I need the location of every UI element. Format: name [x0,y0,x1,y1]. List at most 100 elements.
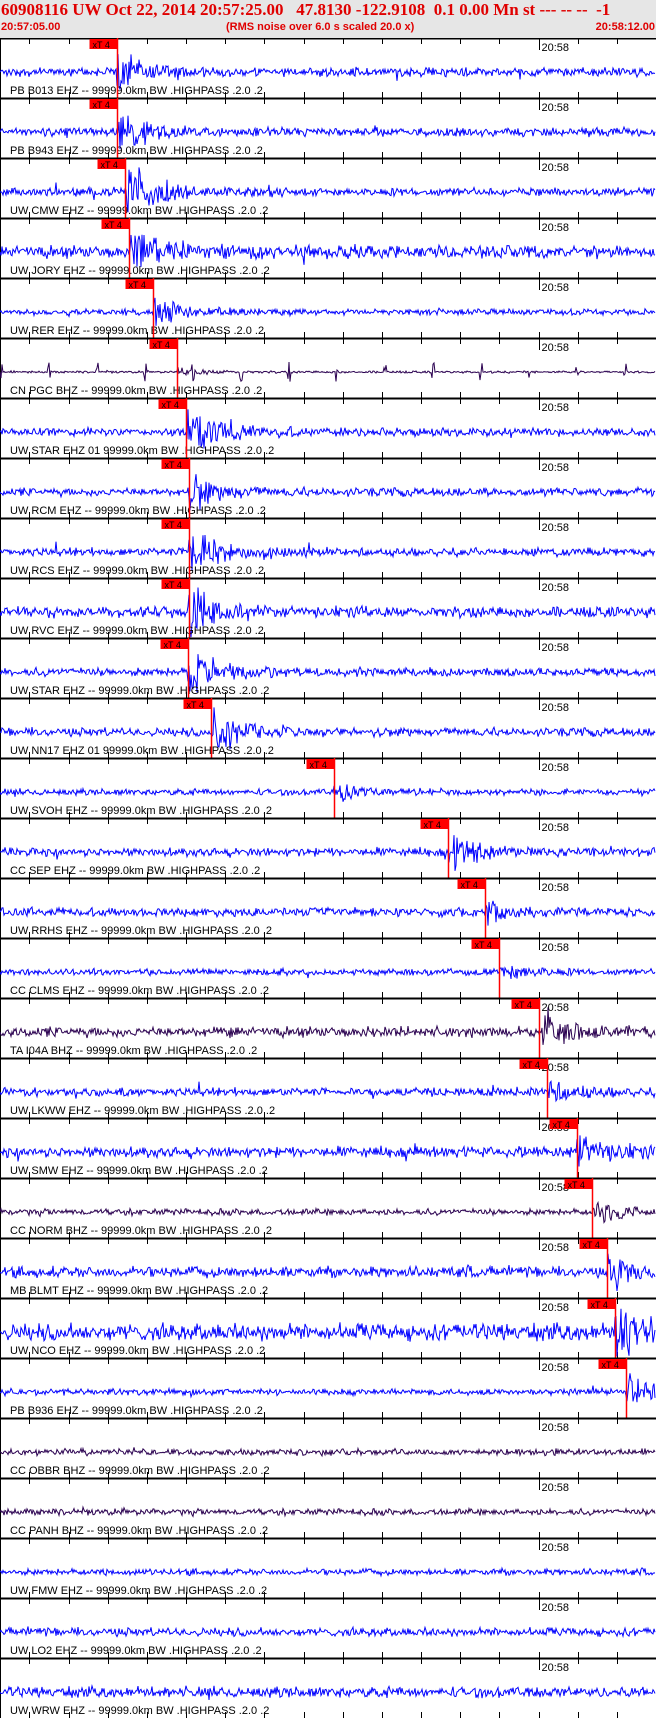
trace-panel: 20:58 UW FMW EHZ -- 99999.0km BW .HIGHPAS… [0,1537,656,1598]
trace-panel: 20:58CC NORM BHZ -- 99999.0km BW .HIGHPA… [0,1177,656,1238]
waveform [0,409,656,449]
station-label: UW FMW EHZ -- 99999.0km BW .HIGHPASS .2.… [10,1585,267,1597]
minute-tick-label: 20:58 [542,702,570,714]
minute-tick-label: 20:58 [542,462,570,474]
trace-panel: 20:58 UW LO2 EHZ -- 99999.0km BW .HIGHPAS… [0,1597,656,1658]
trace-panel: 20:58UW SMW EHZ -- 99999.0km BW .HIGHPAS… [0,1117,656,1178]
trace-panel: 20:58 UW STAR EHZ 01 99999.0km BW .HIGHPA… [0,397,656,458]
minute-tick-label: 20:58 [542,582,570,594]
minute-tick-label: 20:58 [542,762,570,774]
trace-panel: 20:58 UW RCS EHZ -- 99999.0km BW .HIGHPAS… [0,517,656,578]
trace-panel: 20:58 MB BLMT EHZ -- 99999.0km BW .HIGHPA… [0,1237,656,1298]
waveform [0,1200,656,1224]
station-label: UW JORY EHZ -- 99999.0km BW .HIGHPASS .2… [10,265,270,277]
trace-panel: 20:58 CC PANH BHZ -- 99999.0km BW .HIGHPA… [0,1477,656,1538]
pick-label: xT 4 [523,1060,540,1070]
pick-label: xT 4 [553,1120,570,1130]
trace-panel: 20:58 PB B936 EHZ -- 99999.0km BW .HIGHPA… [0,1357,656,1418]
pick-label: xT 4 [129,280,146,290]
station-label: CC PANH BHZ -- 99999.0km BW .HIGHPASS .2… [10,1525,268,1537]
pick-label: xT 4 [162,400,179,410]
pick-label: xT 4 [165,460,182,470]
pick-label: xT 4 [424,820,441,830]
waveform [0,900,656,926]
minute-tick-label: 20:58 [542,942,570,954]
waveform [0,1684,656,1701]
pick-label: xT 4 [164,640,181,650]
minute-tick-label: 20:58 [542,1602,570,1614]
pick-label: xT 4 [153,340,170,350]
station-label: PB B013 EHZ -- 99999.0km BW .HIGHPASS .2… [10,85,263,97]
station-label: UW WRW EHZ -- 99999.0km BW .HIGHPASS .2.… [10,1705,269,1717]
minute-tick-label: 20:58 [542,222,570,234]
trace-panel: 20:58 UW NCO EHZ -- 99999.0km BW .HIGHPAS… [0,1297,656,1358]
trace-panel: 20:58 UW CMW EHZ -- 99999.0km BW .HIGHPAS… [0,157,656,218]
pick-label: xT 4 [591,1300,608,1310]
station-label: UW STAR EHZ -- 99999.0km BW .HIGHPASS .2… [10,685,269,697]
pick-label: xT 4 [461,880,478,890]
pick-label: xT 4 [602,1360,619,1370]
minute-tick-label: 20:58 [542,1302,570,1314]
trace-panel: 20:58 UW STAR EHZ -- 99999.0km BW .HIGHPA… [0,637,656,698]
scaling-note: (RMS noise over 6.0 s scaled 20.0 x) [226,21,415,33]
pick-label: xT 4 [583,1240,600,1250]
trace-panel: 20:58 CC SEP EHZ -- 99999.0km BW .HIGHPAS… [0,817,656,878]
station-label: UW SMW EHZ -- 99999.0km BW .HIGHPASS .2.… [10,1165,268,1177]
waveform [0,234,656,267]
end-time: 20:58:12.00 [595,21,655,33]
station-label: PB B943 EHZ -- 99999.0km BW .HIGHPASS .2… [10,145,263,157]
trace-panel: 20:58 UW SVOH EHZ -- 99999.0km BW .HIGHPA… [0,757,656,818]
station-label: CC OBBR BHZ -- 99999.0km BW .HIGHPASS .2… [10,1465,270,1477]
minute-tick-label: 20:58 [542,1242,570,1254]
trace-panel: 20:58 UW RVC EHZ -- 99999.0km BW .HIGHPAS… [0,577,656,638]
waveform [0,1566,656,1578]
header: 60908116 UW Oct 22, 2014 20:57:25.00 47.… [0,0,656,38]
pick-label: xT 4 [93,100,110,110]
station-label: UW LO2 EHZ -- 99999.0km BW .HIGHPASS .2.… [10,1645,262,1657]
station-label: UW LKWW EHZ -- 99999.0km BW .HIGHPASS .2… [10,1105,275,1117]
station-label: UW RCM EHZ -- 99999.0km BW .HIGHPASS .2.… [10,505,266,517]
station-label: UW SVOH EHZ -- 99999.0km BW .HIGHPASS .2… [10,805,272,817]
minute-tick-label: 20:58 [542,342,570,354]
trace-section: 20:58 PB B013 EHZ -- 99999.0km BW .HIGHPA… [0,38,656,1718]
station-label: UW RCS EHZ -- 99999.0km BW .HIGHPASS .2.… [10,565,264,577]
waveform [0,784,656,802]
station-label: CN PGC BHZ -- 99999.0km BW .HIGHPASS .2.… [10,385,262,397]
waveform [0,1080,656,1103]
waveform [0,1505,656,1518]
station-label: UW RVC EHZ -- 99999.0km BW .HIGHPASS .2.… [10,625,264,637]
station-label: UW NN17 EHZ 01 99999.0km BW .HIGHPASS .2… [10,745,274,757]
station-label: UW NCO EHZ -- 99999.0km BW .HIGHPASS .2.… [10,1345,265,1357]
station-label: UW RRHS EHZ -- 99999.0km BW .HIGHPASS .2… [10,925,272,937]
station-label: CC NORM BHZ -- 99999.0km BW .HIGHPASS .2… [10,1225,272,1237]
minute-tick-label: 20:58 [542,522,570,534]
station-label: PB B936 EHZ -- 99999.0km BW .HIGHPASS .2… [10,1405,263,1417]
station-label: UW STAR EHZ 01 99999.0km BW .HIGHPASS .2… [10,445,274,457]
minute-tick-label: 20:58 [542,822,570,834]
station-label: CC SEP EHZ -- 99999.0km BW .HIGHPASS .2.… [10,865,260,877]
trace-panel: 20:58 UW JORY EHZ -- 99999.0km BW .HIGHPA… [0,217,656,278]
trace-panel: 20:58 CC CLMS EHZ -- 99999.0km BW .HIGHPA… [0,937,656,998]
station-label: CC CLMS EHZ -- 99999.0km BW .HIGHPASS .2… [10,985,269,997]
event-title: 60908116 UW Oct 22, 2014 20:57:25.00 47.… [1,0,611,19]
trace-panel: 20:58 UW WRW EHZ -- 99999.0km BW .HIGHPAS… [0,1657,656,1718]
trace-panel: 20:58 CN PGC BHZ -- 99999.0km BW .HIGHPAS… [0,337,656,398]
station-label: TA I04A BHZ -- 99999.0km BW .HIGHPASS .2… [10,1045,257,1057]
waveform [0,1625,656,1639]
waveform [0,361,656,383]
minute-tick-label: 20:58 [542,1002,570,1014]
minute-tick-label: 20:58 [542,1482,570,1494]
minute-tick-label: 20:58 [542,162,570,174]
pick-label: xT 4 [515,1000,532,1010]
pick-label: xT 4 [568,1180,585,1190]
minute-tick-label: 20:58 [542,42,570,54]
waveform [0,1373,656,1403]
pick-label: xT 4 [165,580,182,590]
trace-panel: 20:58 UW RCM EHZ -- 99999.0km BW .HIGHPAS… [0,457,656,518]
trace-panel: 20:58UW LKWW EHZ -- 99999.0km BW .HIGHPA… [0,1057,656,1118]
minute-tick-label: 20:58 [542,102,570,114]
pick-label: xT 4 [93,40,110,50]
waveform [0,965,656,979]
trace-panel: 20:58 TA I04A BHZ -- 99999.0km BW .HIGHPA… [0,997,656,1058]
trace-panel: 20:58 UW RRHS EHZ -- 99999.0km BW .HIGHPA… [0,877,656,938]
